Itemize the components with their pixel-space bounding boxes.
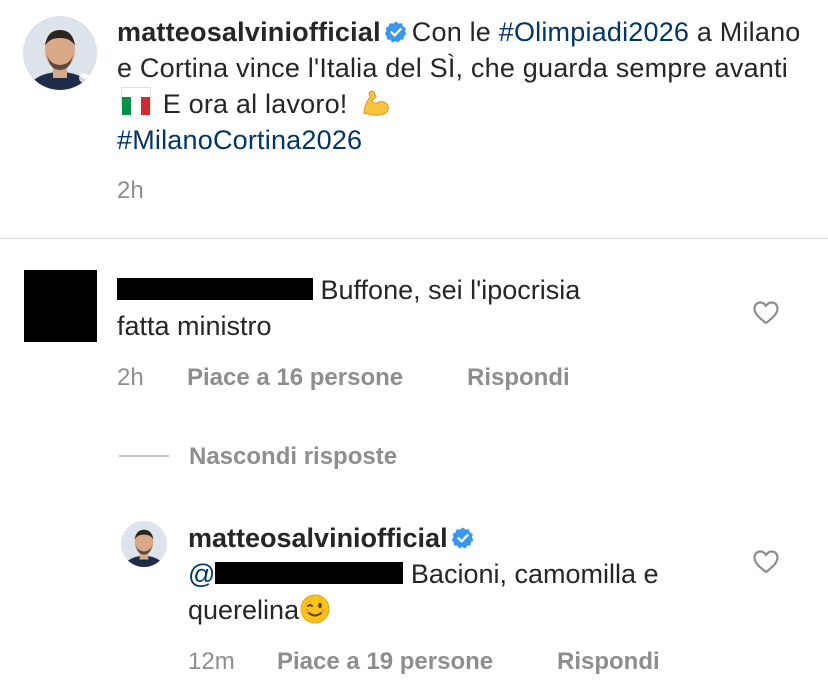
heart-icon[interactable] (752, 300, 780, 326)
comment-text-line-1: Buffone, sei l'ipocrisia (320, 275, 581, 305)
redacted-mention (215, 562, 404, 584)
redacted-username[interactable] (117, 278, 313, 300)
verified-badge-icon (451, 527, 474, 549)
caption-text-after-flag: E ora al lavoro! (155, 89, 356, 119)
hide-replies-button[interactable]: Nascondi risposte (189, 443, 397, 471)
post-username[interactable]: matteosalviniofficial (117, 17, 381, 47)
hide-replies-line (119, 455, 169, 457)
reply-likes-link[interactable]: Piace a 19 persone (277, 648, 493, 676)
reply-author-avatar[interactable] (121, 521, 167, 567)
flexed-biceps-emoji (363, 90, 389, 116)
comment-body: Buffone, sei l'ipocrisia fatta ministro (117, 272, 737, 344)
mention-at-sign: @ (188, 559, 216, 589)
reply-username[interactable]: matteosalviniofficial (188, 523, 448, 553)
reply-text-line-2: querelina (188, 595, 300, 625)
post-author-avatar[interactable] (23, 16, 97, 90)
reply-text-line-1: Bacioni, camomilla e (403, 559, 659, 589)
hashtag-olimpiadi2026[interactable]: #Olimpiadi2026 (499, 17, 689, 47)
divider (0, 238, 828, 239)
italy-flag-emoji (121, 87, 151, 115)
comment-text-line-2: fatta ministro (117, 311, 272, 341)
reply-mention[interactable]: @ (188, 559, 404, 589)
comment-reply-button[interactable]: Rispondi (467, 364, 570, 392)
verified-badge-icon (384, 21, 407, 43)
post-caption: matteosalviniofficial Con le #Olimpiadi20… (117, 14, 807, 158)
post-timestamp: 2h (117, 177, 144, 204)
comment-timestamp: 2h (117, 364, 144, 391)
comment-likes-link[interactable]: Piace a 16 persone (187, 364, 403, 392)
winking-face-emoji (300, 594, 330, 624)
caption-text-prefix: Con le (411, 17, 499, 47)
reply-reply-button[interactable]: Rispondi (557, 648, 660, 676)
heart-icon[interactable] (752, 549, 780, 575)
hashtag-milanocortina2026[interactable]: #MilanoCortina2026 (117, 125, 362, 155)
reply-timestamp: 12m (188, 648, 235, 675)
commenter-avatar-redacted[interactable] (24, 270, 97, 342)
reply-body: matteosalviniofficial @ Bacioni, camomil… (188, 520, 748, 628)
